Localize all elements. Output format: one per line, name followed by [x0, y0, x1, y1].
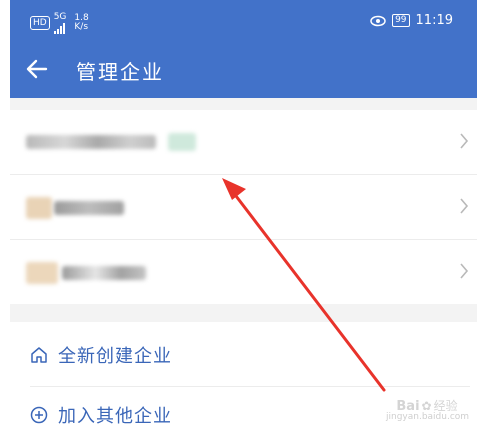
blurred-company-name — [54, 201, 124, 215]
arrow-left-icon[interactable] — [24, 56, 50, 82]
company-row[interactable] — [10, 240, 477, 304]
chevron-right-icon — [460, 263, 469, 279]
blurred-company-logo — [26, 262, 58, 284]
paw-icon: ✿ — [421, 399, 432, 413]
status-right: 99 11:19 — [370, 13, 453, 28]
phone-screen: HD 5G 1.8 K/s 99 11:19 管理企业 全新创建企业 加入其他企… — [10, 0, 477, 433]
divider — [30, 386, 470, 387]
home-icon — [31, 347, 47, 363]
company-row[interactable] — [10, 175, 477, 240]
blurred-company-name — [26, 135, 156, 149]
page-title: 管理企业 — [76, 60, 164, 84]
status-time: 11:19 — [415, 13, 453, 28]
watermark-top: Bai ✿ 经验 — [386, 399, 468, 414]
join-company-button[interactable]: 加入其他企业 — [30, 402, 172, 428]
company-row[interactable] — [10, 110, 477, 175]
blurred-company-logo — [26, 197, 52, 219]
chevron-right-icon — [460, 133, 469, 149]
battery-icon: 99 — [392, 14, 410, 27]
watermark-brand: Bai — [396, 399, 420, 414]
eye-icon — [370, 15, 386, 26]
chevron-right-icon — [460, 198, 469, 214]
title-bar: 管理企业 — [10, 50, 477, 90]
network-label: 5G — [53, 12, 67, 22]
signal-icon — [53, 22, 65, 34]
company-list — [10, 110, 477, 304]
watermark-url: jingyan.baidu.com — [386, 412, 470, 422]
blurred-company-tag — [168, 133, 196, 151]
watermark-brand-suffix: 经验 — [433, 399, 458, 413]
network-group: 5G — [53, 12, 67, 34]
status-left: HD 5G 1.8 K/s — [30, 12, 89, 34]
status-bar: HD 5G 1.8 K/s 99 11:19 — [10, 0, 477, 44]
net-speed: 1.8 K/s — [70, 14, 88, 32]
plus-circle-icon — [30, 406, 48, 424]
speed-unit: K/s — [74, 22, 89, 32]
create-company-button[interactable]: 全新创建企业 — [30, 342, 172, 368]
app-header: HD 5G 1.8 K/s 99 11:19 管理企业 — [10, 0, 477, 98]
blurred-company-name — [62, 266, 146, 280]
baidu-watermark: Bai ✿ 经验 jingyan.baidu.com — [386, 399, 470, 423]
join-company-label: 加入其他企业 — [58, 406, 172, 427]
hd-badge: HD — [30, 16, 50, 30]
create-company-label: 全新创建企业 — [58, 346, 172, 367]
